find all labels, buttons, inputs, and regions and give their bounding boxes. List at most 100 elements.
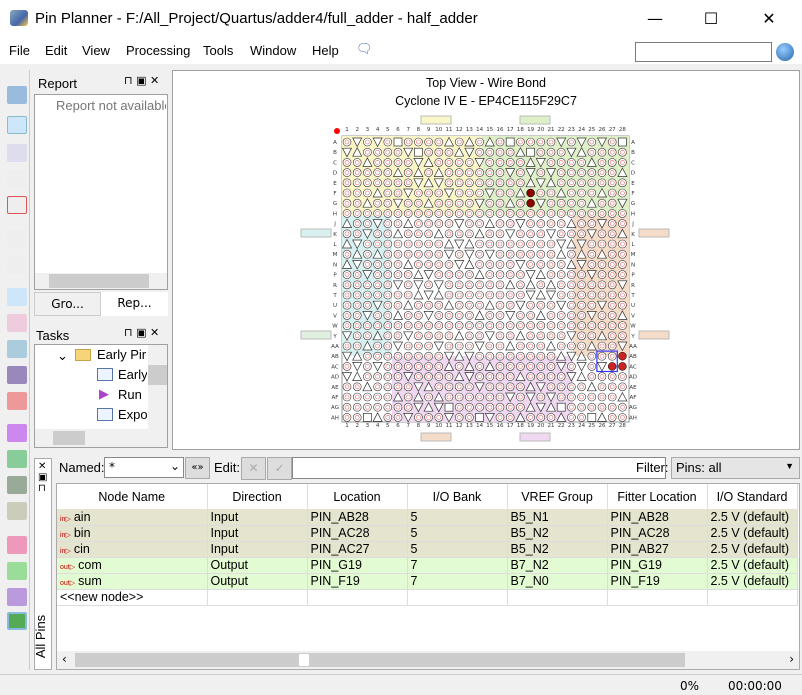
io-pin[interactable] bbox=[556, 270, 566, 279]
io-pin[interactable] bbox=[414, 229, 423, 239]
io-pin[interactable] bbox=[505, 270, 515, 279]
io-pin[interactable] bbox=[607, 290, 617, 300]
io-pin[interactable] bbox=[556, 168, 566, 177]
io-pin[interactable] bbox=[567, 362, 576, 371]
io-pin[interactable] bbox=[495, 351, 505, 361]
io-pin[interactable] bbox=[618, 188, 627, 198]
io-pin[interactable] bbox=[505, 147, 515, 157]
io-pin[interactable] bbox=[597, 382, 607, 392]
io-pin[interactable] bbox=[567, 270, 576, 279]
io-pin[interactable] bbox=[475, 290, 484, 300]
io-pin[interactable] bbox=[505, 300, 515, 310]
io-pin[interactable] bbox=[444, 280, 454, 290]
io-pin[interactable] bbox=[618, 382, 627, 392]
io-pin[interactable] bbox=[363, 392, 372, 402]
io-pin[interactable] bbox=[516, 311, 525, 320]
io-pin[interactable] bbox=[607, 249, 617, 259]
io-pin[interactable] bbox=[516, 168, 525, 177]
io-pin[interactable] bbox=[505, 402, 515, 412]
io-pin[interactable] bbox=[373, 239, 382, 249]
io-pin[interactable] bbox=[352, 198, 362, 208]
io-pin[interactable] bbox=[393, 290, 403, 300]
io-pin[interactable] bbox=[485, 168, 495, 177]
io-pin[interactable] bbox=[495, 168, 505, 177]
special-pin[interactable] bbox=[363, 413, 372, 422]
io-pin[interactable] bbox=[383, 351, 393, 361]
io-pin[interactable] bbox=[546, 372, 556, 381]
cancel-edit-button[interactable]: ✕ bbox=[241, 457, 266, 480]
cell-fitter-location[interactable]: PIN_F19 bbox=[607, 573, 708, 590]
io-pin[interactable] bbox=[373, 290, 382, 300]
io-pin[interactable] bbox=[567, 311, 576, 320]
panel-controls-icon[interactable]: ⊓ ▣ ✕ bbox=[124, 326, 159, 339]
task-early[interactable]: Early bbox=[118, 367, 147, 382]
io-pin[interactable] bbox=[414, 198, 423, 208]
io-pin[interactable] bbox=[434, 147, 444, 157]
tab-groups[interactable]: Gro... bbox=[34, 292, 101, 316]
io-pin[interactable] bbox=[424, 219, 433, 228]
io-pin[interactable] bbox=[393, 413, 403, 422]
io-pin[interactable] bbox=[587, 331, 597, 341]
io-pin[interactable] bbox=[383, 137, 393, 147]
io-pin[interactable] bbox=[516, 137, 525, 147]
io-pin[interactable] bbox=[342, 158, 352, 167]
cell-vref-group[interactable]: B5_N2 bbox=[507, 525, 608, 542]
cell-i-o-standard[interactable]: 2.5 V (default) bbox=[707, 573, 798, 590]
io-pin[interactable] bbox=[373, 178, 382, 188]
io-pin[interactable] bbox=[505, 321, 515, 330]
io-pin[interactable] bbox=[393, 300, 403, 310]
io-pin[interactable] bbox=[495, 188, 505, 198]
pin1-marker[interactable] bbox=[334, 128, 340, 134]
io-pin[interactable] bbox=[546, 321, 556, 330]
io-pin[interactable] bbox=[373, 311, 382, 320]
io-pin[interactable] bbox=[485, 311, 495, 320]
io-pin[interactable] bbox=[373, 158, 382, 167]
io-pin[interactable] bbox=[393, 270, 403, 279]
io-pin[interactable] bbox=[526, 321, 535, 330]
io-pin[interactable] bbox=[567, 188, 576, 198]
io-pin[interactable] bbox=[577, 198, 586, 208]
io-pin[interactable] bbox=[607, 311, 617, 320]
io-pin[interactable] bbox=[465, 311, 474, 320]
io-pin[interactable] bbox=[526, 249, 535, 259]
io-pin[interactable] bbox=[424, 392, 433, 402]
io-pin[interactable] bbox=[475, 249, 484, 259]
io-pin[interactable] bbox=[526, 362, 535, 371]
io-pin[interactable] bbox=[414, 300, 423, 310]
io-pin[interactable] bbox=[587, 321, 597, 330]
assigned-pin-AC28[interactable] bbox=[618, 362, 627, 371]
io-pin[interactable] bbox=[607, 280, 617, 290]
io-pin[interactable] bbox=[516, 362, 525, 371]
io-pin[interactable] bbox=[383, 188, 393, 198]
io-pin[interactable] bbox=[567, 280, 576, 290]
cell-fitter-location[interactable]: PIN_AC28 bbox=[607, 525, 708, 542]
io-pin[interactable] bbox=[352, 300, 362, 310]
io-pin[interactable] bbox=[618, 413, 627, 422]
io-pin[interactable] bbox=[597, 392, 607, 402]
pin-group-icon[interactable] bbox=[7, 450, 27, 468]
io-pin[interactable] bbox=[454, 178, 464, 188]
special-pin[interactable] bbox=[414, 147, 423, 157]
io-pin[interactable] bbox=[465, 341, 474, 351]
io-pin[interactable] bbox=[607, 382, 617, 392]
cell-i-o-bank[interactable]: 5 bbox=[407, 541, 508, 558]
io-pin[interactable] bbox=[454, 290, 464, 300]
io-pin[interactable] bbox=[587, 280, 597, 290]
redo-icon[interactable] bbox=[7, 256, 27, 274]
io-pin[interactable] bbox=[434, 311, 444, 320]
io-pin[interactable] bbox=[556, 178, 566, 188]
io-pin[interactable] bbox=[495, 147, 505, 157]
column-header[interactable]: Node Name bbox=[57, 484, 208, 509]
io-pin[interactable] bbox=[414, 372, 423, 381]
io-pin[interactable] bbox=[495, 362, 505, 371]
pointer-icon[interactable] bbox=[7, 116, 27, 134]
io-pin[interactable] bbox=[403, 290, 413, 300]
cell-direction[interactable]: Input bbox=[207, 541, 308, 558]
io-pin[interactable] bbox=[383, 229, 393, 239]
io-pin[interactable] bbox=[485, 392, 495, 402]
io-pin[interactable] bbox=[597, 402, 607, 412]
io-pin[interactable] bbox=[414, 137, 423, 147]
io-pin[interactable] bbox=[597, 260, 607, 269]
io-pin[interactable] bbox=[597, 280, 607, 290]
io-pin[interactable] bbox=[546, 198, 556, 208]
